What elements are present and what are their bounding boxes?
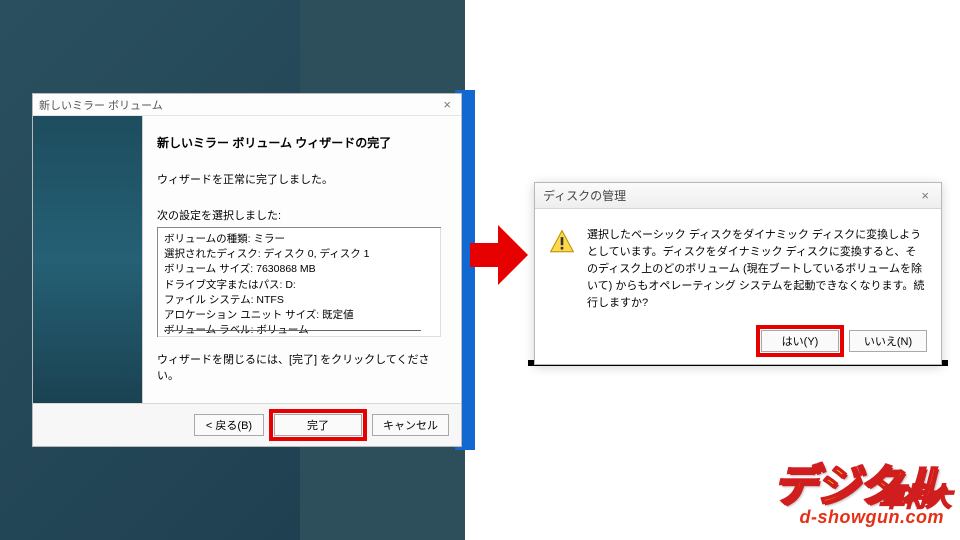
confirm-title: ディスクの管理 xyxy=(543,187,626,204)
no-button[interactable]: いいえ(N) xyxy=(849,330,927,352)
wizard-body: 新しいミラー ボリューム ウィザードの完了 ウィザードを正常に完了しました。 次… xyxy=(33,116,461,403)
back-button[interactable]: < 戻る(B) xyxy=(194,414,264,436)
wizard-completed-text: ウィザードを正常に完了しました。 xyxy=(157,171,441,187)
yes-button[interactable]: はい(Y) xyxy=(761,330,839,352)
finish-button-highlight: 完了 xyxy=(272,412,364,438)
disk-management-confirm-dialog: ディスクの管理 × 選択したベーシック ディスクをダイナミック ディスクに変換し… xyxy=(534,182,942,365)
close-icon[interactable]: × xyxy=(917,188,933,203)
summary-line: 選択されたディスク: ディスク 0, ディスク 1 xyxy=(164,247,435,262)
wizard-main-panel: 新しいミラー ボリューム ウィザードの完了 ウィザードを正常に完了しました。 次… xyxy=(143,116,461,403)
wizard-button-row: < 戻る(B) 完了 キャンセル xyxy=(33,403,461,446)
summary-scrollbar-track[interactable] xyxy=(164,330,421,331)
confirm-button-row: はい(Y) いいえ(N) xyxy=(535,324,941,364)
wizard-titlebar[interactable]: 新しいミラー ボリューム × xyxy=(33,94,461,116)
confirm-titlebar[interactable]: ディスクの管理 × xyxy=(535,183,941,209)
summary-line: ファイル システム: NTFS xyxy=(164,293,435,308)
yes-button-highlight: はい(Y) xyxy=(761,330,839,352)
mirror-volume-wizard: 新しいミラー ボリューム × 新しいミラー ボリューム ウィザードの完了 ウィザ… xyxy=(32,93,462,447)
cancel-button[interactable]: キャンセル xyxy=(372,414,449,436)
summary-line: ドライブ文字またはパス: D: xyxy=(164,278,435,293)
wizard-sidebar-graphic xyxy=(33,116,143,403)
confirm-message: 選択したベーシック ディスクをダイナミック ディスクに変換しようとしています。デ… xyxy=(587,227,925,312)
warning-icon xyxy=(549,229,575,255)
summary-line: ボリューム サイズ: 7630868 MB xyxy=(164,262,435,277)
finish-button[interactable]: 完了 xyxy=(274,414,362,436)
arrow-icon xyxy=(470,225,530,285)
wizard-selected-label: 次の設定を選択しました: xyxy=(157,207,441,223)
wizard-title: 新しいミラー ボリューム xyxy=(39,97,163,113)
close-icon[interactable]: × xyxy=(439,97,455,112)
summary-line: ボリュームの種類: ミラー xyxy=(164,232,435,247)
wizard-close-hint: ウィザードを閉じるには、[完了] をクリックしてください。 xyxy=(157,351,441,383)
summary-line: アロケーション ユニット サイズ: 既定値 xyxy=(164,308,435,323)
wizard-summary-list[interactable]: ボリュームの種類: ミラー 選択されたディスク: ディスク 0, ディスク 1 … xyxy=(157,227,441,337)
confirm-body: 選択したベーシック ディスクをダイナミック ディスクに変換しようとしています。デ… xyxy=(535,209,941,324)
wizard-heading: 新しいミラー ボリューム ウィザードの完了 xyxy=(157,134,441,151)
